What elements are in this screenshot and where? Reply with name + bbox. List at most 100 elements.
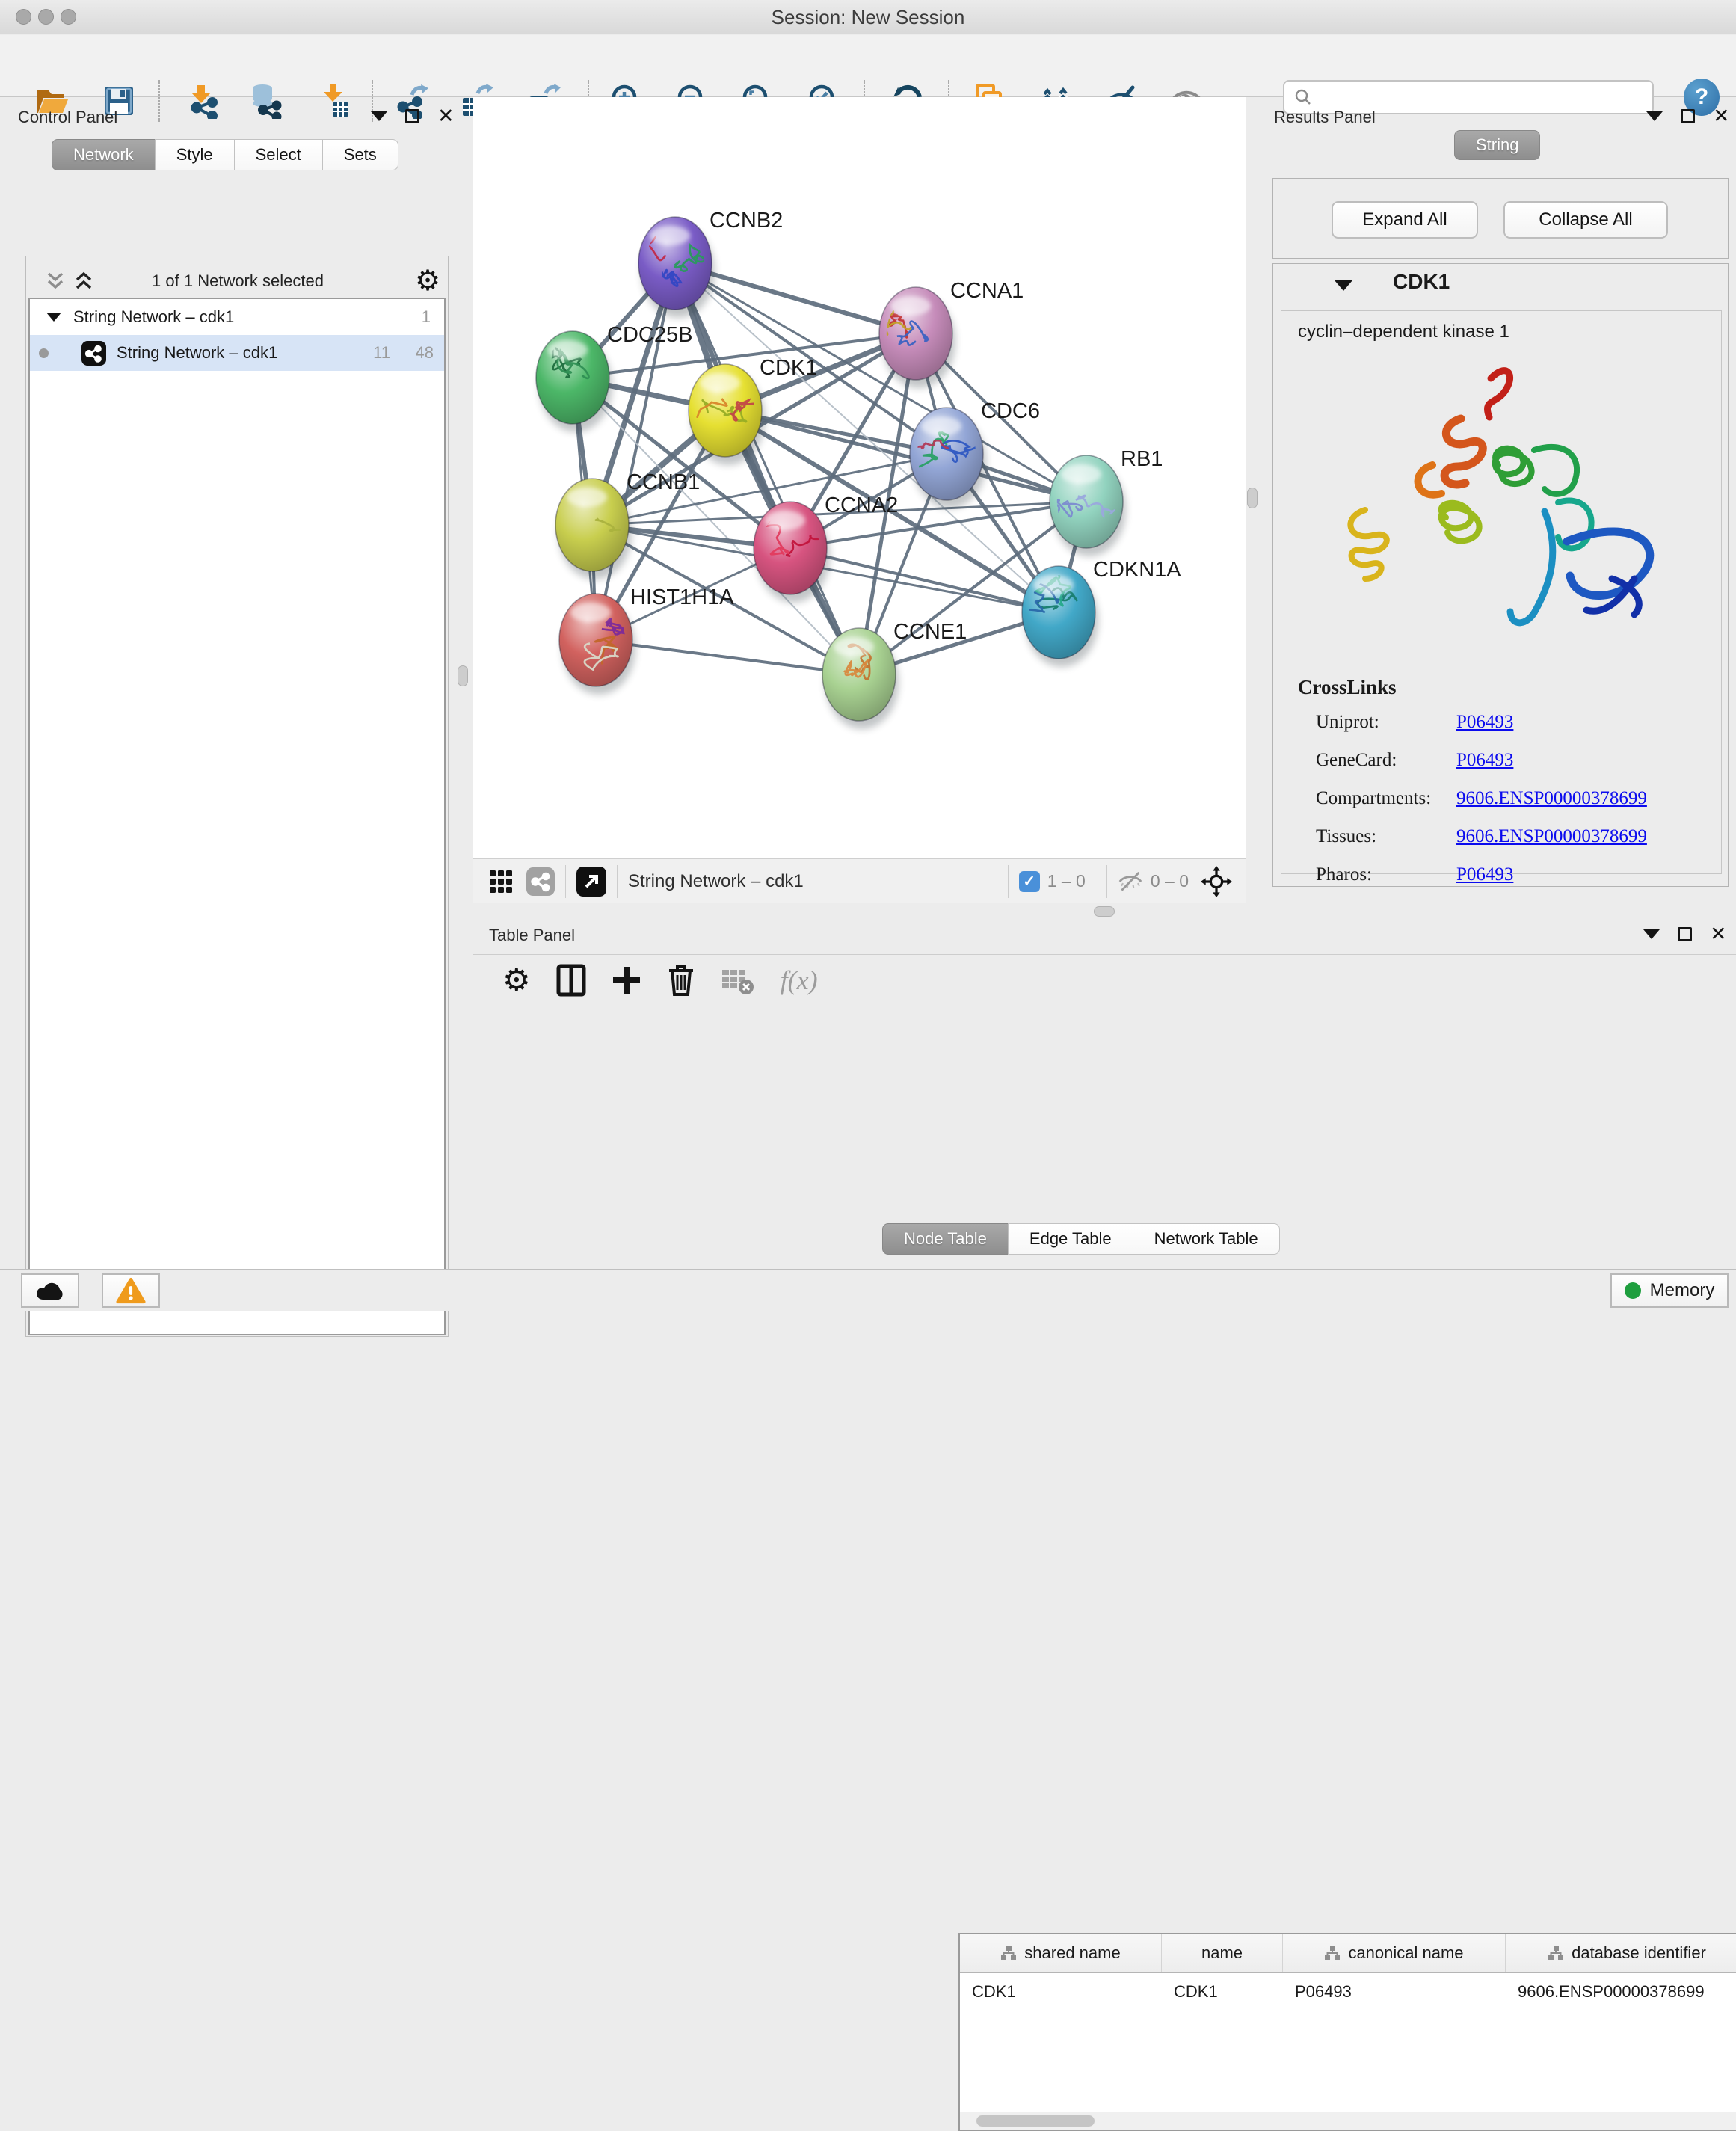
network-node-HIST1H1A[interactable] — [559, 594, 632, 686]
horizontal-scrollbar[interactable] — [960, 2112, 1736, 2130]
selected-count-checkbox[interactable]: ✓ — [1019, 871, 1040, 892]
memory-button[interactable]: Memory — [1610, 1273, 1729, 1308]
toolbar-separator — [1008, 865, 1009, 898]
crosslink-row: Uniprot:P06493 — [1316, 712, 1705, 733]
node-label-CCNB2: CCNB2 — [710, 209, 783, 233]
network-node-CDKN1A[interactable] — [1016, 566, 1095, 659]
delete-table-icon[interactable] — [721, 965, 755, 995]
control-panel-title: Control Panel — [18, 108, 117, 127]
minimize-window-button[interactable] — [38, 9, 54, 25]
birds-eye-view-icon[interactable] — [1201, 866, 1232, 897]
table-cell[interactable]: CDK1 — [1162, 1982, 1283, 2002]
network-node-CCNA1[interactable] — [879, 287, 952, 380]
column-header-database-identifier[interactable]: database identifier — [1506, 1934, 1736, 1972]
network-edge-CCNB2-HIST1H1A — [596, 263, 675, 640]
column-type-icon — [1324, 1946, 1341, 1961]
network-node-CCNB2[interactable] — [619, 217, 712, 310]
panel-menu-icon[interactable] — [1646, 111, 1663, 121]
scrollbar-thumb[interactable] — [976, 2115, 1095, 2127]
crosslink-link[interactable]: P06493 — [1456, 712, 1513, 733]
tab-network-table[interactable]: Network Table — [1133, 1223, 1280, 1255]
expand-all-button[interactable]: Expand All — [1332, 201, 1478, 239]
panel-menu-icon[interactable] — [371, 111, 387, 121]
network-node-CDC25B[interactable] — [536, 331, 609, 424]
delete-column-icon[interactable] — [667, 964, 695, 997]
entry-expander-icon[interactable] — [1335, 280, 1352, 291]
network-canvas[interactable]: CCNB2CCNA1CDC25BCDK1CDC6RB1CCNB1CCNA2CDK… — [473, 97, 1246, 858]
close-panel-icon[interactable]: ✕ — [1713, 109, 1730, 123]
float-panel-icon[interactable] — [1678, 927, 1692, 941]
table-header-row: shared namenamecanonical namedatabase id… — [960, 1934, 1736, 1973]
network-tree: String Network – cdk1 1 String Network –… — [28, 298, 446, 1335]
horizontal-splitter-handle[interactable] — [1094, 906, 1115, 917]
right-splitter-handle[interactable] — [1247, 488, 1258, 508]
table-options-gear-icon[interactable]: ⚙ — [502, 962, 531, 998]
node-label-CDKN1A: CDKN1A — [1093, 558, 1181, 582]
collection-expander-icon[interactable] — [46, 313, 61, 322]
cloud-status-button[interactable] — [21, 1273, 79, 1308]
network-collection-row[interactable]: String Network – cdk1 1 — [30, 299, 444, 335]
crosslink-link[interactable]: P06493 — [1456, 750, 1513, 771]
table-cell[interactable]: CDK1 — [960, 1982, 1162, 2002]
node-label-CCNA2: CCNA2 — [825, 493, 898, 517]
network-node-RB1[interactable] — [1048, 455, 1123, 548]
table-cell[interactable]: 9606.ENSP00000378699 — [1506, 1982, 1736, 2002]
table-cell[interactable]: P06493 — [1283, 1982, 1506, 2002]
left-splitter-handle[interactable] — [458, 665, 468, 686]
node-label-CDC6: CDC6 — [981, 399, 1040, 423]
column-header-name[interactable]: name — [1162, 1934, 1283, 1972]
crosslink-label: Tissues: — [1316, 826, 1456, 847]
crosslink-label: Compartments: — [1316, 788, 1456, 809]
toolbar-separator — [565, 865, 566, 898]
close-window-button[interactable] — [16, 9, 31, 25]
table-panel: Table Panel ✕ ⚙ f(x) shared namenamecano… — [473, 920, 1736, 1264]
hidden-eye-icon — [1118, 872, 1143, 891]
tab-edge-table[interactable]: Edge Table — [1008, 1223, 1133, 1255]
show-columns-icon[interactable] — [556, 964, 586, 997]
zoom-window-button[interactable] — [61, 9, 76, 25]
node-table: shared namenamecanonical namedatabase id… — [958, 1933, 1736, 2131]
crosslink-link[interactable]: 9606.ENSP00000378699 — [1456, 788, 1647, 809]
close-panel-icon[interactable]: ✕ — [1710, 927, 1727, 941]
selected-counts: 1 – 0 — [1047, 871, 1086, 891]
crosslinks-list: Uniprot:P06493GeneCard:P06493Compartment… — [1316, 712, 1705, 902]
float-panel-icon[interactable] — [1681, 109, 1695, 123]
network-status-dot — [39, 348, 49, 358]
grid-mode-icon[interactable] — [489, 870, 513, 894]
collapse-all-button[interactable]: Collapse All — [1503, 201, 1668, 239]
column-header-shared-name[interactable]: shared name — [960, 1934, 1162, 1972]
memory-label: Memory — [1650, 1280, 1715, 1301]
node-label-RB1: RB1 — [1121, 447, 1163, 471]
tab-network[interactable]: Network — [52, 139, 156, 170]
control-panel: Control Panel ✕ NetworkStyleSelectSets 1… — [6, 97, 456, 1246]
network-view-icon[interactable] — [526, 867, 555, 896]
panel-menu-icon[interactable] — [1643, 929, 1660, 939]
network-edge-CCNB2-CCNE1 — [675, 263, 859, 674]
collection-name: String Network – cdk1 — [73, 307, 234, 327]
column-header-canonical-name[interactable]: canonical name — [1283, 1934, 1506, 1972]
table-row[interactable]: CDK1CDK1P064939606.ENSP00000378699cyclin… — [960, 1973, 1736, 2011]
table-panel-title: Table Panel — [489, 926, 575, 945]
network-row[interactable]: String Network – cdk1 11 48 — [30, 335, 444, 371]
float-panel-icon[interactable] — [405, 109, 419, 123]
close-panel-icon[interactable]: ✕ — [437, 109, 455, 123]
crosslink-link[interactable]: P06493 — [1456, 864, 1513, 885]
create-column-icon[interactable] — [612, 965, 641, 995]
open-in-new-window-icon[interactable] — [576, 867, 606, 897]
network-name: String Network – cdk1 — [117, 343, 277, 363]
tab-string[interactable]: String — [1454, 130, 1540, 160]
results-content-box: CDK1 cyclin–dependent kinase 1 — [1272, 263, 1729, 887]
network-node-CCNE1[interactable] — [822, 628, 896, 721]
tab-node-table[interactable]: Node Table — [882, 1223, 1009, 1255]
network-node-CDK1[interactable] — [667, 364, 762, 457]
network-options-gear-icon[interactable]: ⚙ — [415, 264, 440, 297]
memory-status-dot — [1625, 1282, 1641, 1299]
toolbar-separator — [617, 865, 618, 898]
warning-status-button[interactable] — [102, 1273, 160, 1308]
tab-sets[interactable]: Sets — [322, 139, 398, 170]
tab-select[interactable]: Select — [234, 139, 323, 170]
tab-style[interactable]: Style — [155, 139, 235, 170]
crosslink-link[interactable]: 9606.ENSP00000378699 — [1456, 826, 1647, 847]
function-builder-icon[interactable]: f(x) — [781, 965, 818, 996]
toolbar-separator — [1106, 865, 1107, 898]
